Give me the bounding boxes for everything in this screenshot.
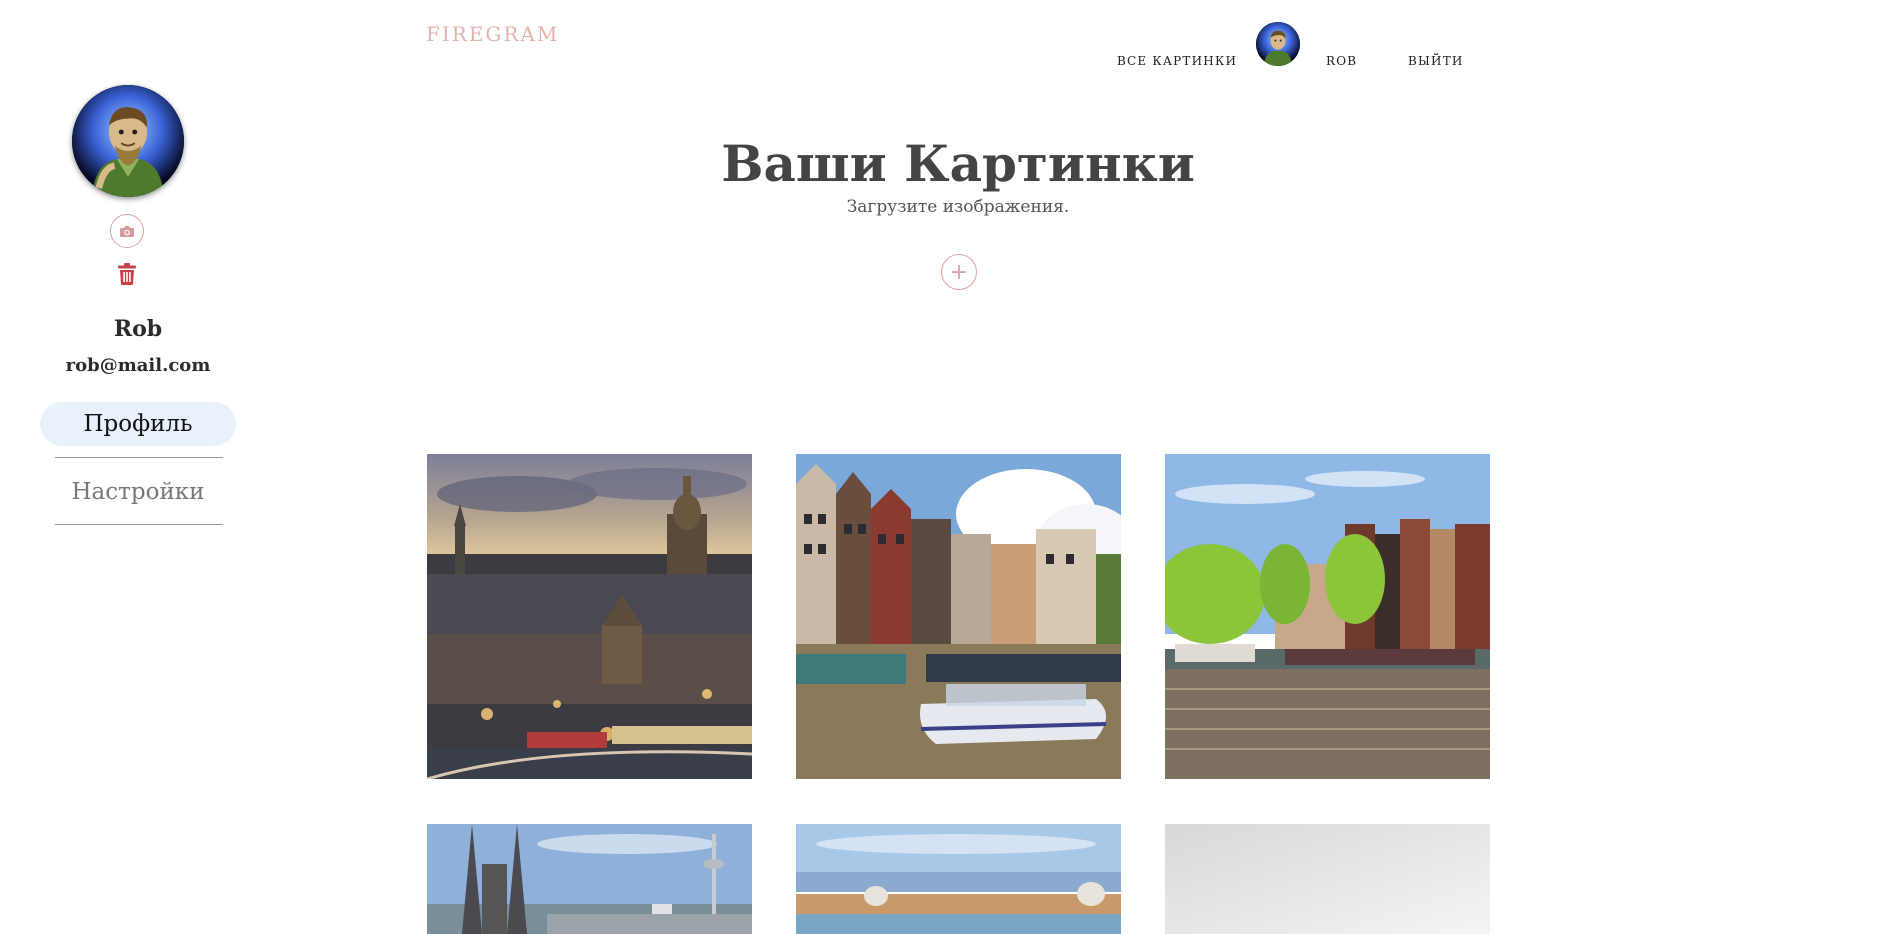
venice-coast-image [796,824,1121,934]
profile-name: Rob [113,316,163,342]
trash-icon [118,263,136,285]
page-title: Ваши Картинки [721,134,1195,193]
nav-user-avatar[interactable] [1256,22,1300,66]
amsterdam-canal-houses-image [1165,454,1490,779]
page-root: Rob rob@mail.com Профиль Настройки FIREG… [0,0,1900,934]
camera-icon [120,225,134,237]
divider [55,457,223,458]
page-subtitle: Загрузите изображения. [846,197,1070,217]
white-gradient-image [1165,824,1490,934]
gallery-image[interactable] [1165,824,1490,934]
plus-icon: + [949,259,969,285]
sidebar-item-settings[interactable]: Настройки [40,470,236,514]
sidebar-item-profile[interactable]: Профиль [40,402,236,446]
nav-all-pictures-link[interactable]: ВСЕ КАРТИНКИ [1117,54,1237,68]
gallery-image[interactable] [1165,454,1490,779]
image-gallery [427,454,1491,934]
logo-link[interactable]: FIREGRAM [426,22,559,46]
nav-logout-link[interactable]: ВЫЙТИ [1408,54,1464,68]
delete-avatar-button[interactable] [116,261,138,287]
profile-email: rob@mail.com [65,355,211,376]
gallery-image[interactable] [796,454,1121,779]
add-image-button[interactable]: + [941,254,977,290]
divider [55,524,223,525]
gallery-image[interactable] [796,824,1121,934]
amsterdam-dusk-image [427,454,752,779]
cologne-skyline-image [427,824,752,934]
amsterdam-canal-boats-image [796,454,1121,779]
user-avatar-icon [1256,22,1300,66]
upload-avatar-button[interactable] [110,214,144,248]
nav-username-link[interactable]: ROB [1326,54,1357,68]
gallery-image[interactable] [427,824,752,934]
gallery-image[interactable] [427,454,752,779]
